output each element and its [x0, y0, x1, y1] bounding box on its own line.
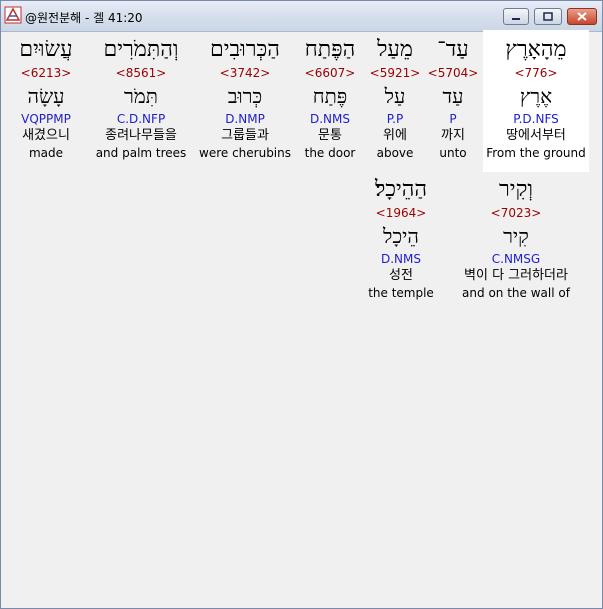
english-gloss: were cherubins: [199, 146, 291, 160]
word-column[interactable]: הַכְּרוּבִים <3742> כְּרוּב D.NMP 그룹들과 w…: [197, 35, 293, 161]
morphology-code: VQPPMP: [21, 112, 71, 126]
word-column[interactable]: וְהַתִּמֹרִים <8561> תִּמֹר C.D.NFP 종려나무…: [89, 35, 193, 161]
title-bar[interactable]: @원전분해 - 겔 41:20: [1, 1, 602, 32]
word-column[interactable]: עֲשׂוּיִם <6213> עָשָׂה VQPPMP 새겼으니 made: [7, 35, 85, 161]
english-gloss: above: [376, 146, 414, 160]
english-gloss: made: [28, 146, 64, 160]
korean-gloss: 그룹들과: [221, 128, 269, 143]
strong-number: <7023>: [490, 206, 542, 220]
english-gloss: and palm trees: [95, 146, 187, 160]
strong-number: <3742>: [219, 66, 271, 80]
hebrew-word: הַפֶּתַח: [304, 37, 356, 62]
close-icon: [577, 12, 587, 21]
hebrew-word: וְקִיר: [499, 177, 533, 202]
app-icon: [4, 6, 22, 24]
morphology-code: C.NMSG: [491, 252, 541, 266]
morphology-code: C.D.NFP: [116, 112, 166, 126]
hebrew-root: כְּרוּב: [227, 84, 263, 108]
strong-number: <6213>: [20, 66, 72, 80]
english-gloss: From the ground: [486, 146, 586, 160]
hebrew-word: עַד־: [437, 37, 469, 62]
english-gloss: and on the wall of: [462, 286, 570, 300]
hebrew-word: עֲשׂוּיִם: [19, 37, 73, 62]
window-title: @원전분해 - 겔 41:20: [25, 11, 143, 25]
maximize-icon: [543, 12, 553, 21]
strong-number: <5921>: [369, 66, 421, 80]
hebrew-root: עַל: [384, 84, 406, 108]
hebrew-word: וְהַתִּמֹרִים: [103, 37, 179, 62]
morphology-code: P.P: [386, 112, 404, 126]
hebrew-root: תִּמֹר: [124, 84, 158, 108]
strong-number: <8561>: [115, 66, 167, 80]
word-column[interactable]: וְקִיר <7023> קִיר C.NMSG 벽이 다 그러하더라 and…: [447, 175, 585, 301]
hebrew-root: הֵיכָל: [383, 224, 419, 248]
word-column[interactable]: הַפֶּתַח <6607> פֶּתַח D.NMS 문통 the door: [297, 35, 363, 161]
word-column[interactable]: עַד־ <5704> עַד P 까지 unto: [427, 35, 479, 161]
korean-gloss: 문통: [318, 128, 342, 143]
hebrew-word: מֵעַל: [377, 37, 413, 62]
korean-gloss: 땅에서부터: [506, 128, 566, 143]
hebrew-word: הַהֵיכָל׃: [374, 177, 428, 202]
hebrew-root: קִיר: [503, 224, 529, 248]
morphology-code: P.D.NFS: [513, 112, 559, 126]
main-window: @원전분해 - 겔 41:20 עֲשׂוּיִם <6213> עָשָׂה …: [0, 0, 603, 609]
korean-gloss: 벽이 다 그러하더라: [464, 268, 568, 283]
hebrew-root: פֶּתַח: [312, 84, 348, 108]
hebrew-root: אֶרֶץ: [519, 84, 553, 108]
strong-number: <5704>: [427, 66, 479, 80]
korean-gloss: 새겼으니: [22, 128, 70, 143]
morphology-code: P: [449, 112, 457, 126]
minimize-button[interactable]: [503, 8, 529, 25]
korean-gloss: 성전: [389, 268, 413, 283]
minimize-icon: [512, 18, 520, 20]
english-gloss: the temple: [368, 286, 434, 300]
hebrew-root: עַד: [442, 84, 464, 108]
word-column[interactable]: מֵעַל <5921> עַל P.P 위에 above: [367, 35, 423, 161]
morphology-code: D.NMS: [309, 112, 350, 126]
strong-number: <1964>: [375, 206, 427, 220]
interlinear-panel: עֲשׂוּיִם <6213> עָשָׂה VQPPMP 새겼으니 made…: [1, 30, 602, 608]
morphology-code: D.NMS: [380, 252, 421, 266]
hebrew-root: עָשָׂה: [27, 84, 65, 108]
korean-gloss: 종려나무들을: [105, 128, 177, 143]
english-gloss: unto: [439, 146, 467, 160]
maximize-button[interactable]: [534, 8, 562, 25]
strong-number: <776>: [514, 66, 558, 80]
english-gloss: the door: [304, 146, 356, 160]
hebrew-word: מֵהָאָרֶץ: [505, 37, 567, 62]
morphology-code: D.NMP: [225, 112, 265, 126]
word-column-selected[interactable]: מֵהָאָרֶץ <776> אֶרֶץ P.D.NFS 땅에서부터 From…: [483, 30, 589, 172]
word-column[interactable]: הַהֵיכָל׃ <1964> הֵיכָל D.NMS 성전 the tem…: [359, 175, 443, 301]
korean-gloss: 위에: [383, 128, 407, 143]
close-button[interactable]: [567, 8, 597, 25]
korean-gloss: 까지: [441, 128, 465, 143]
hebrew-word: הַכְּרוּבִים: [210, 37, 280, 62]
strong-number: <6607>: [304, 66, 356, 80]
